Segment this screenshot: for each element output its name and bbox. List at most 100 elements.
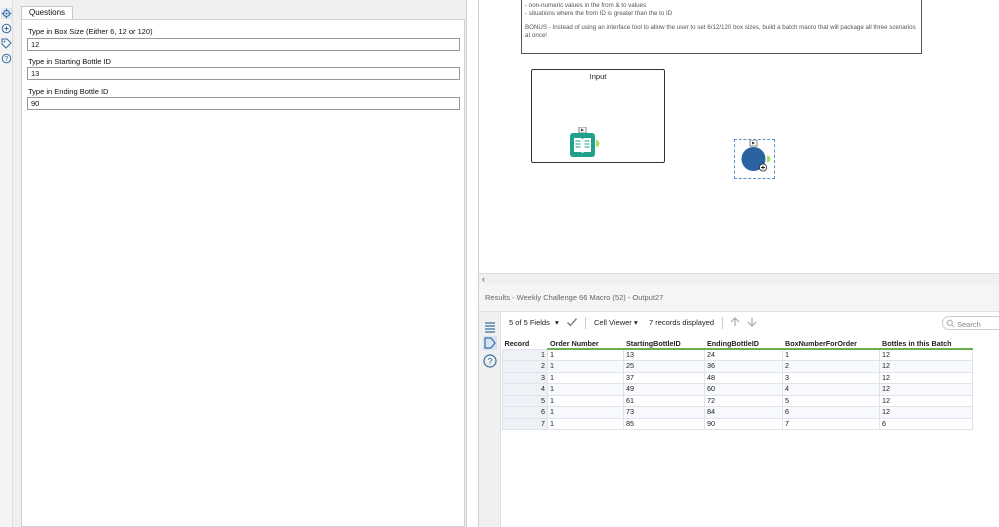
grid-view-icon[interactable] <box>483 320 497 334</box>
comment-line: BONUS - Instead of using an interface to… <box>525 24 916 39</box>
table-cell[interactable]: 1 <box>547 406 624 419</box>
results-side-toolbar: ? <box>479 312 501 527</box>
table-cell[interactable]: 48 <box>704 371 783 384</box>
table-cell[interactable]: 25 <box>623 360 705 373</box>
table-row[interactable]: 4 1 49 60 4 12 <box>502 383 973 396</box>
record-number: 3 <box>502 371 548 384</box>
table-cell[interactable]: 1 <box>547 383 624 396</box>
table-row[interactable]: 2 1 25 36 2 12 <box>502 360 973 373</box>
table-cell[interactable]: 1 <box>547 371 624 384</box>
table-cell[interactable]: 36 <box>704 360 783 373</box>
search-input[interactable]: Search <box>942 316 999 330</box>
table-cell[interactable]: 12 <box>879 371 973 384</box>
table-cell[interactable]: 1 <box>782 348 880 361</box>
table-cell[interactable]: 24 <box>704 348 783 361</box>
table-row[interactable]: 7 1 85 90 7 6 <box>502 417 973 430</box>
workflow-area: - non-numeric values in the from & to va… <box>478 0 999 527</box>
results-title: Results - Weekly Challenge 66 Macro (52)… <box>485 293 664 302</box>
table-cell[interactable]: 85 <box>623 417 705 430</box>
record-number: 1 <box>502 348 548 361</box>
table-row[interactable]: 5 1 61 72 5 12 <box>502 394 973 407</box>
table-cell[interactable]: 12 <box>879 360 973 373</box>
tag-icon[interactable] <box>1 38 12 49</box>
chevron-down-icon[interactable]: ▾ <box>634 318 638 327</box>
table-cell[interactable]: 12 <box>879 383 973 396</box>
table-cell[interactable]: 7 <box>782 417 880 430</box>
table-row[interactable]: 3 1 37 48 3 12 <box>502 371 973 384</box>
results-header: Results - Weekly Challenge 66 Macro (52)… <box>479 284 999 312</box>
table-cell[interactable]: 5 <box>782 394 880 407</box>
table-cell[interactable]: 3 <box>782 371 880 384</box>
box-size-label: Type in Box Size (Either 6, 12 or 120) <box>28 27 153 36</box>
arrow-up-icon[interactable] <box>729 316 741 330</box>
macro-tool[interactable] <box>734 139 775 179</box>
table-cell[interactable]: 1 <box>547 348 624 361</box>
help-icon[interactable]: ? <box>1 53 12 64</box>
table-cell[interactable]: 6 <box>782 406 880 419</box>
table-cell[interactable]: 13 <box>623 348 705 361</box>
starting-bottle-label: Type in Starting Bottle ID <box>28 57 111 66</box>
column-header[interactable]: StartingBottleID <box>623 339 705 350</box>
table-cell[interactable]: 2 <box>782 360 880 373</box>
cell-viewer-selector[interactable]: Cell Viewer <box>594 318 632 327</box>
column-header[interactable]: Bottles in this Batch <box>879 339 973 350</box>
column-header[interactable]: EndingBottleID <box>704 339 783 350</box>
column-header[interactable]: Record <box>502 339 548 349</box>
table-cell[interactable]: 6 <box>879 417 973 430</box>
table-cell[interactable]: 1 <box>547 360 624 373</box>
column-header[interactable]: BoxNumberForOrder <box>782 339 880 350</box>
table-header-row: Record Order Number StartingBottleID End… <box>502 339 973 350</box>
table-cell[interactable]: 49 <box>623 383 705 396</box>
record-number: 7 <box>502 417 548 430</box>
input-data-tool[interactable] <box>569 126 600 157</box>
left-icon-strip: ? <box>0 0 13 527</box>
table-cell[interactable]: 72 <box>704 394 783 407</box>
comment-box[interactable]: - non-numeric values in the from & to va… <box>521 0 922 54</box>
tab-questions[interactable]: Questions <box>21 6 74 19</box>
comment-line <box>525 17 918 24</box>
ending-bottle-label: Type in Ending Bottle ID <box>28 87 109 96</box>
metadata-tag-icon[interactable] <box>483 336 497 350</box>
results-help-icon[interactable]: ? <box>483 354 497 368</box>
table-cell[interactable]: 60 <box>704 383 783 396</box>
workflow-canvas[interactable]: - non-numeric values in the from & to va… <box>479 0 999 273</box>
record-number: 6 <box>502 406 548 419</box>
search-icon <box>946 319 955 328</box>
table-row[interactable]: 6 1 73 84 6 12 <box>502 406 973 419</box>
records-count: 7 records displayed <box>649 318 715 327</box>
results-toolbar: 5 of 5 Fields ▾ Cell Viewer ▾ 7 records … <box>501 312 999 334</box>
tool-container[interactable]: Input <box>531 69 665 163</box>
table-cell[interactable]: 1 <box>547 394 624 407</box>
table-cell[interactable]: 90 <box>704 417 783 430</box>
record-number: 4 <box>502 383 548 396</box>
apply-check-icon[interactable] <box>566 316 578 330</box>
table-cell[interactable]: 4 <box>782 383 880 396</box>
chevron-down-icon[interactable]: ▾ <box>555 318 559 327</box>
comment-line: - non-numeric values in the from & to va… <box>525 2 647 9</box>
starting-bottle-input[interactable]: 13 <box>27 67 460 80</box>
record-number: 2 <box>502 360 548 373</box>
table-cell[interactable]: 37 <box>623 371 705 384</box>
column-header[interactable]: Order Number <box>547 339 624 350</box>
search-placeholder: Search <box>957 320 981 329</box>
table-cell[interactable]: 61 <box>623 394 705 407</box>
table-row[interactable]: 1 1 13 24 1 12 <box>502 348 973 361</box>
table-cell[interactable]: 12 <box>879 348 973 361</box>
fields-selector[interactable]: 5 of 5 Fields <box>509 318 550 327</box>
scroll-left-arrow-icon[interactable]: ‹ <box>482 274 485 284</box>
questions-form: Type in Box Size (Either 6, 12 or 120) 1… <box>21 19 465 527</box>
table-cell[interactable]: 73 <box>623 406 705 419</box>
gear-icon[interactable] <box>1 8 12 19</box>
canvas-scrollbar[interactable]: ‹ <box>479 273 999 284</box>
table-cell[interactable]: 12 <box>879 394 973 407</box>
table-cell[interactable]: 12 <box>879 406 973 419</box>
box-size-input[interactable]: 12 <box>27 38 460 51</box>
tool-icon[interactable] <box>1 23 12 34</box>
table-cell[interactable]: 84 <box>704 406 783 419</box>
ending-bottle-input[interactable]: 90 <box>27 97 460 110</box>
comment-line: - situations where the from ID is greate… <box>525 9 673 17</box>
table-cell[interactable]: 1 <box>547 417 624 430</box>
arrow-down-icon[interactable] <box>746 316 758 330</box>
record-number: 5 <box>502 394 548 407</box>
results-table[interactable]: Record Order Number StartingBottleID End… <box>502 339 973 430</box>
